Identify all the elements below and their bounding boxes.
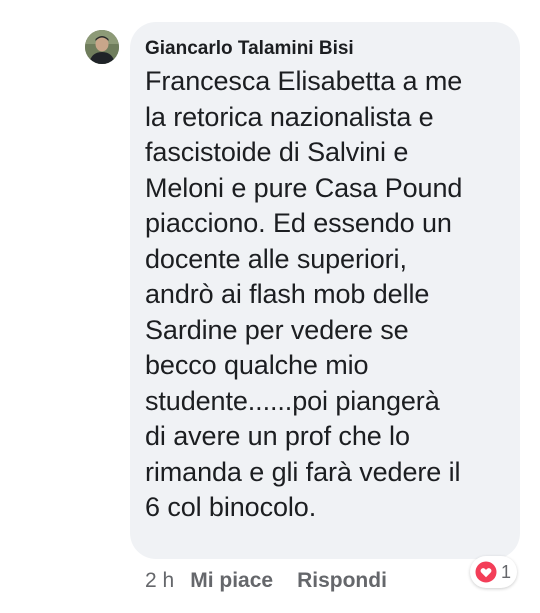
profile-photo-icon: [85, 30, 119, 64]
like-button[interactable]: Mi piace: [190, 569, 273, 593]
comment-screen: Giancarlo Talamini Bisi Francesca Elisab…: [0, 0, 540, 613]
comment-bubble: Giancarlo Talamini Bisi Francesca Elisab…: [130, 22, 520, 559]
avatar[interactable]: [85, 30, 119, 64]
comment-text: Francesca Elisabetta a me la retorica na…: [145, 66, 463, 522]
reaction-count: 1: [501, 561, 512, 582]
reaction-badge[interactable]: 1: [470, 556, 518, 588]
timestamp[interactable]: 2 h: [145, 569, 174, 593]
author-name[interactable]: Giancarlo Talamini Bisi: [145, 36, 506, 62]
comment-actions: 2 h Mi piace Rispondi: [145, 566, 387, 596]
heart-icon: [474, 560, 498, 584]
reply-button[interactable]: Rispondi: [297, 569, 387, 593]
